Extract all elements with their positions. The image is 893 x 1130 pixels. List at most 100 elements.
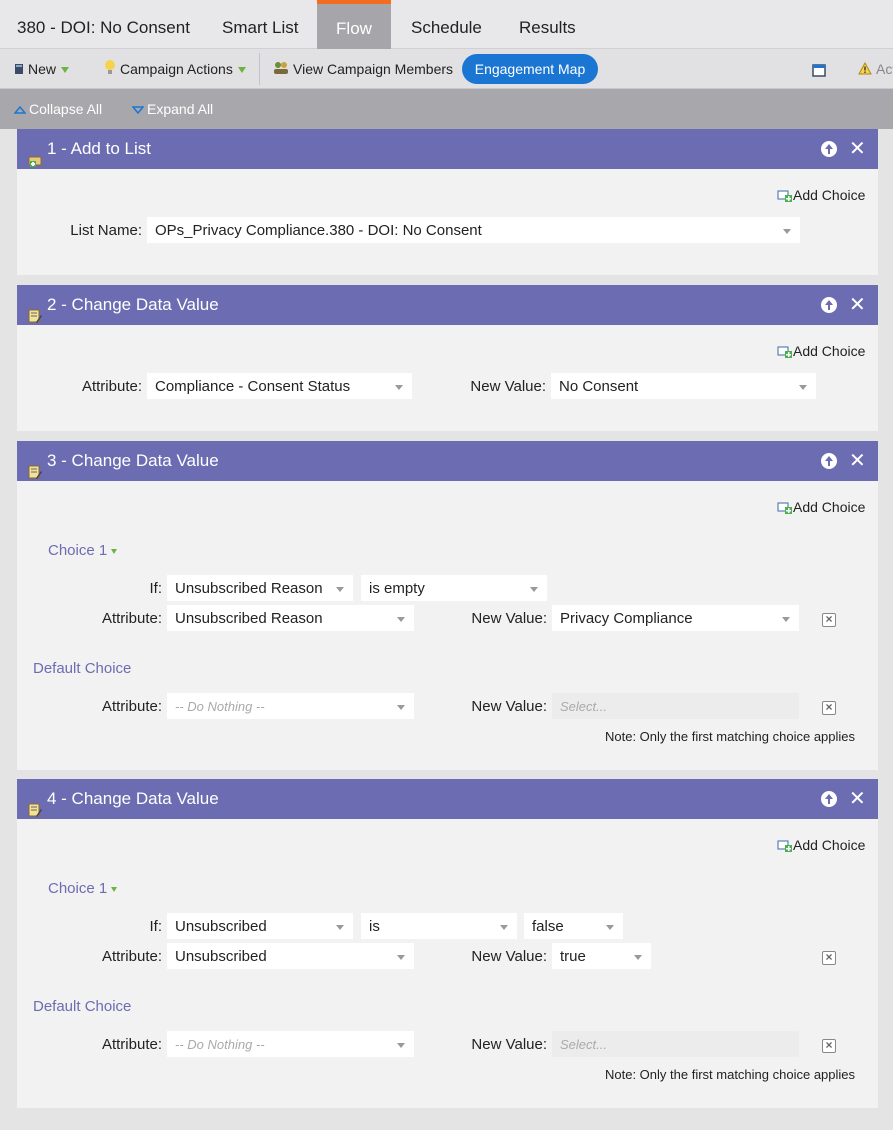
chevron-down-icon <box>111 548 118 554</box>
step-header[interactable]: 2 - Change Data Value ✕ <box>17 285 878 325</box>
move-up-icon[interactable] <box>821 453 837 469</box>
default-new-value-select[interactable]: Select... <box>552 1031 799 1057</box>
choice-note: Note: Only the first matching choice app… <box>605 1067 856 1082</box>
step-title: 2 - Change Data Value <box>47 295 219 314</box>
add-choice-button[interactable]: Add Choice <box>777 499 865 515</box>
add-choice-label: Add Choice <box>793 499 866 515</box>
add-choice-label: Add Choice <box>793 343 866 359</box>
if-field-select[interactable]: Unsubscribed Reason <box>167 575 353 601</box>
campaign-actions-label: Campaign Actions <box>120 61 233 77</box>
new-value-select[interactable]: No Consent <box>551 373 816 399</box>
choice-1-label: Choice 1 <box>48 542 108 559</box>
engagement-map-button[interactable]: Engagement Map <box>462 54 598 84</box>
close-icon[interactable]: ✕ <box>849 129 866 169</box>
collapse-icon <box>13 106 27 115</box>
campaign-title: 380 - DOI: No Consent <box>17 18 190 37</box>
step-title: 3 - Change Data Value <box>47 451 219 470</box>
window-icon[interactable] <box>812 49 826 89</box>
if-label: If: <box>149 580 162 597</box>
if-operator-select[interactable]: is empty <box>361 575 547 601</box>
add-choice-label: Add Choice <box>793 837 866 853</box>
if-field-select[interactable]: Unsubscribed <box>167 913 353 939</box>
if-label: If: <box>149 918 162 935</box>
expand-all-button[interactable]: Expand All <box>131 89 214 129</box>
default-new-value-select[interactable]: Select... <box>552 693 799 719</box>
delete-choice-icon[interactable]: × <box>822 701 836 715</box>
add-choice-button[interactable]: Add Choice <box>777 343 865 359</box>
choice-note: Note: Only the first matching choice app… <box>605 729 856 744</box>
tab-smart-list[interactable]: Smart List <box>222 0 299 49</box>
add-choice-icon <box>777 346 792 359</box>
new-icon <box>14 50 24 90</box>
collapse-all-button[interactable]: Collapse All <box>13 89 103 129</box>
flow-step-2: 2 - Change Data Value ✕ Add Choice Attri… <box>17 285 878 431</box>
default-attribute-select[interactable]: -- Do Nothing -- <box>167 1031 414 1057</box>
step-header[interactable]: 3 - Change Data Value ✕ <box>17 441 878 481</box>
expand-icon <box>131 106 145 115</box>
lightbulb-icon <box>104 50 116 90</box>
new-button[interactable]: New <box>14 49 70 90</box>
move-up-icon[interactable] <box>821 297 837 313</box>
choice-1-toggle[interactable]: Choice 1 <box>48 542 118 559</box>
step-title: 1 - Add to List <box>47 139 151 158</box>
default-choice-label: Default Choice <box>33 660 132 677</box>
add-choice-icon <box>777 190 792 203</box>
flow-subbar: Collapse All Expand All <box>0 89 893 129</box>
move-up-icon[interactable] <box>821 141 837 157</box>
close-icon[interactable]: ✕ <box>849 779 866 819</box>
add-to-list-icon <box>28 142 42 182</box>
attribute-label: Attribute: <box>81 378 142 395</box>
list-name-select[interactable]: OPs_Privacy Compliance.380 - DOI: No Con… <box>147 217 800 243</box>
new-value-label: New Value: <box>471 698 547 715</box>
campaign-actions-button[interactable]: Campaign Actions <box>104 49 246 89</box>
chevron-down-icon <box>237 67 246 74</box>
new-label: New <box>28 61 57 77</box>
add-choice-button[interactable]: Add Choice <box>777 187 865 203</box>
change-data-value-icon <box>28 792 42 832</box>
attribute-select[interactable]: Unsubscribed <box>167 943 414 969</box>
move-up-icon[interactable] <box>821 791 837 807</box>
warning-icon <box>858 50 872 90</box>
tab-flow[interactable]: Flow <box>317 0 391 49</box>
attribute-label: Attribute: <box>101 1036 162 1053</box>
chevron-down-icon <box>111 886 118 892</box>
attribute-label: Attribute: <box>101 610 162 627</box>
tab-schedule[interactable]: Schedule <box>411 0 482 49</box>
new-value-label: New Value: <box>470 378 546 395</box>
attribute-label: Attribute: <box>101 948 162 965</box>
tab-results[interactable]: Results <box>519 0 576 49</box>
list-name-label: List Name: <box>70 222 142 239</box>
activity-label-truncated: Act <box>876 61 893 77</box>
choice-1-label: Choice 1 <box>48 880 108 897</box>
step-header[interactable]: 4 - Change Data Value ✕ <box>17 779 878 819</box>
delete-choice-icon[interactable]: × <box>822 613 836 627</box>
expand-all-label: Expand All <box>147 101 214 117</box>
attribute-select[interactable]: Unsubscribed Reason <box>167 605 414 631</box>
default-attribute-select[interactable]: -- Do Nothing -- <box>167 693 414 719</box>
add-choice-icon <box>777 840 792 853</box>
add-choice-icon <box>777 502 792 515</box>
if-value-select[interactable]: false <box>524 913 623 939</box>
new-value-label: New Value: <box>471 610 547 627</box>
members-icon <box>273 50 289 90</box>
close-icon[interactable]: ✕ <box>849 441 866 481</box>
delete-choice-icon[interactable]: × <box>822 1039 836 1053</box>
delete-choice-icon[interactable]: × <box>822 951 836 965</box>
if-operator-select[interactable]: is <box>361 913 517 939</box>
add-choice-label: Add Choice <box>793 187 866 203</box>
view-members-label: View Campaign Members <box>293 61 454 77</box>
step-header[interactable]: 1 - Add to List ✕ <box>17 129 878 169</box>
new-value-select[interactable]: Privacy Compliance <box>552 605 799 631</box>
collapse-all-label: Collapse All <box>29 101 103 117</box>
view-campaign-members-button[interactable]: View Campaign Members <box>273 49 453 89</box>
change-data-value-icon <box>28 454 42 494</box>
new-value-select[interactable]: true <box>552 943 651 969</box>
attribute-select[interactable]: Compliance - Consent Status <box>147 373 412 399</box>
attribute-label: Attribute: <box>101 698 162 715</box>
choice-1-toggle[interactable]: Choice 1 <box>48 880 118 897</box>
close-icon[interactable]: ✕ <box>849 285 866 325</box>
tab-bar: 380 - DOI: No Consent Smart List Flow Sc… <box>0 0 893 49</box>
add-choice-button[interactable]: Add Choice <box>777 837 865 853</box>
activity-button[interactable]: Act <box>858 49 893 89</box>
chevron-down-icon <box>61 67 70 74</box>
